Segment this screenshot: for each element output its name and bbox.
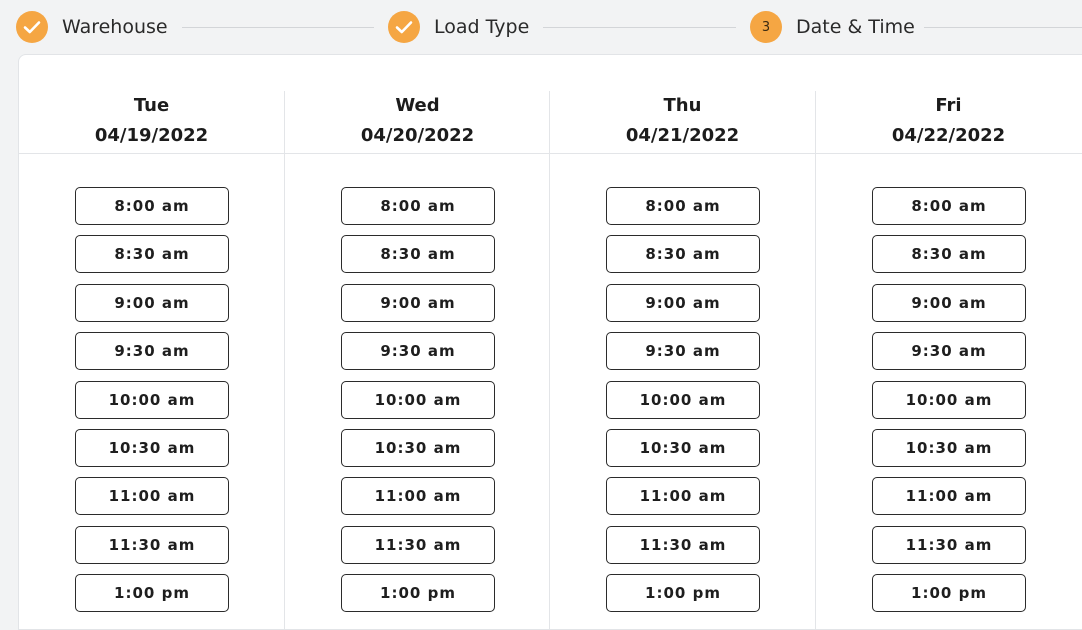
time-slot-button[interactable]: 10:00 am	[75, 380, 229, 419]
time-slot-button[interactable]: 1:00 pm	[341, 574, 495, 613]
slot-list: 8:00 am 8:30 am 9:00 am 9:30 am 10:00 am…	[75, 187, 229, 623]
step-date-time[interactable]: 3 Date & Time	[750, 10, 915, 44]
step-connector	[543, 27, 736, 28]
time-slot-button[interactable]: 11:30 am	[341, 525, 495, 564]
time-slot-button[interactable]: 8:30 am	[341, 235, 495, 274]
slot-list: 8:00 am 8:30 am 9:00 am 9:30 am 10:00 am…	[606, 187, 760, 623]
time-slot-button[interactable]: 11:00 am	[606, 477, 760, 516]
day-name: Tue	[133, 95, 170, 116]
time-slot-button[interactable]: 10:30 am	[872, 428, 1026, 467]
step-connector	[182, 27, 374, 28]
day-date: 04/21/2022	[625, 125, 740, 146]
step-number: 3	[761, 19, 771, 35]
time-slot-button[interactable]: 8:00 am	[872, 187, 1026, 225]
time-slot-button[interactable]: 9:00 am	[606, 283, 760, 322]
check-icon	[16, 11, 48, 43]
time-slot-button[interactable]: 10:00 am	[341, 380, 495, 419]
time-slot-button[interactable]: 10:00 am	[606, 380, 760, 419]
day-name: Thu	[663, 95, 702, 116]
time-slot-button[interactable]: 8:00 am	[606, 187, 760, 225]
day-column-thu: Thu 04/21/2022 8:00 am 8:30 am 9:00 am 9…	[550, 91, 815, 629]
day-date: 04/19/2022	[94, 125, 209, 146]
time-slot-button[interactable]: 10:00 am	[872, 380, 1026, 419]
day-header: Thu 04/21/2022	[550, 91, 815, 151]
day-header: Wed 04/20/2022	[285, 91, 550, 151]
time-slot-button[interactable]: 11:30 am	[872, 525, 1026, 564]
time-slot-button[interactable]: 11:30 am	[75, 525, 229, 564]
time-slot-card: Tue 04/19/2022 8:00 am 8:30 am 9:00 am 9…	[18, 54, 1082, 630]
step-connector	[924, 27, 1082, 28]
day-header: Fri 04/22/2022	[816, 91, 1081, 151]
time-slot-button[interactable]: 11:30 am	[606, 525, 760, 564]
time-slot-button[interactable]: 9:00 am	[341, 283, 495, 322]
slot-list: 8:00 am 8:30 am 9:00 am 9:30 am 10:00 am…	[872, 187, 1026, 623]
time-slot-button[interactable]: 9:30 am	[341, 332, 495, 371]
step-label: Date & Time	[796, 16, 915, 38]
time-slot-button[interactable]: 9:30 am	[75, 332, 229, 371]
day-name: Fri	[935, 95, 962, 116]
time-slot-button[interactable]: 8:30 am	[606, 235, 760, 274]
step-label: Warehouse	[62, 16, 168, 38]
day-column-tue: Tue 04/19/2022 8:00 am 8:30 am 9:00 am 9…	[19, 91, 284, 629]
time-slot-button[interactable]: 9:00 am	[872, 283, 1026, 322]
time-slot-button[interactable]: 10:30 am	[606, 428, 760, 467]
time-slot-button[interactable]: 11:00 am	[341, 477, 495, 516]
step-load-type[interactable]: Load Type	[388, 10, 529, 44]
time-slot-button[interactable]: 8:00 am	[341, 187, 495, 225]
day-name: Wed	[395, 95, 440, 116]
day-column-wed: Wed 04/20/2022 8:00 am 8:30 am 9:00 am 9…	[285, 91, 550, 629]
time-slot-button[interactable]: 11:00 am	[872, 477, 1026, 516]
step-number-badge: 3	[750, 11, 782, 43]
time-slot-button[interactable]: 1:00 pm	[872, 574, 1026, 613]
time-slot-button[interactable]: 1:00 pm	[75, 574, 229, 613]
time-slot-button[interactable]: 8:00 am	[75, 187, 229, 225]
time-slot-button[interactable]: 9:30 am	[872, 332, 1026, 371]
time-slot-button[interactable]: 10:30 am	[75, 428, 229, 467]
time-slot-button[interactable]: 11:00 am	[75, 477, 229, 516]
day-date: 04/20/2022	[360, 125, 475, 146]
time-slot-button[interactable]: 9:30 am	[606, 332, 760, 371]
time-slot-button[interactable]: 9:00 am	[75, 283, 229, 322]
day-header: Tue 04/19/2022	[19, 91, 284, 151]
slot-list: 8:00 am 8:30 am 9:00 am 9:30 am 10:00 am…	[341, 187, 495, 623]
time-slot-button[interactable]: 10:30 am	[341, 428, 495, 467]
time-slot-button[interactable]: 1:00 pm	[606, 574, 760, 613]
time-slot-button[interactable]: 8:30 am	[872, 235, 1026, 274]
day-column-fri: Fri 04/22/2022 8:00 am 8:30 am 9:00 am 9…	[816, 91, 1081, 629]
day-date: 04/22/2022	[891, 125, 1006, 146]
step-warehouse[interactable]: Warehouse	[16, 10, 168, 44]
step-label: Load Type	[434, 16, 530, 38]
time-slot-button[interactable]: 8:30 am	[75, 235, 229, 274]
progress-stepper: Warehouse Load Type 3 Date & Time	[0, 0, 1082, 54]
check-icon	[388, 11, 420, 43]
